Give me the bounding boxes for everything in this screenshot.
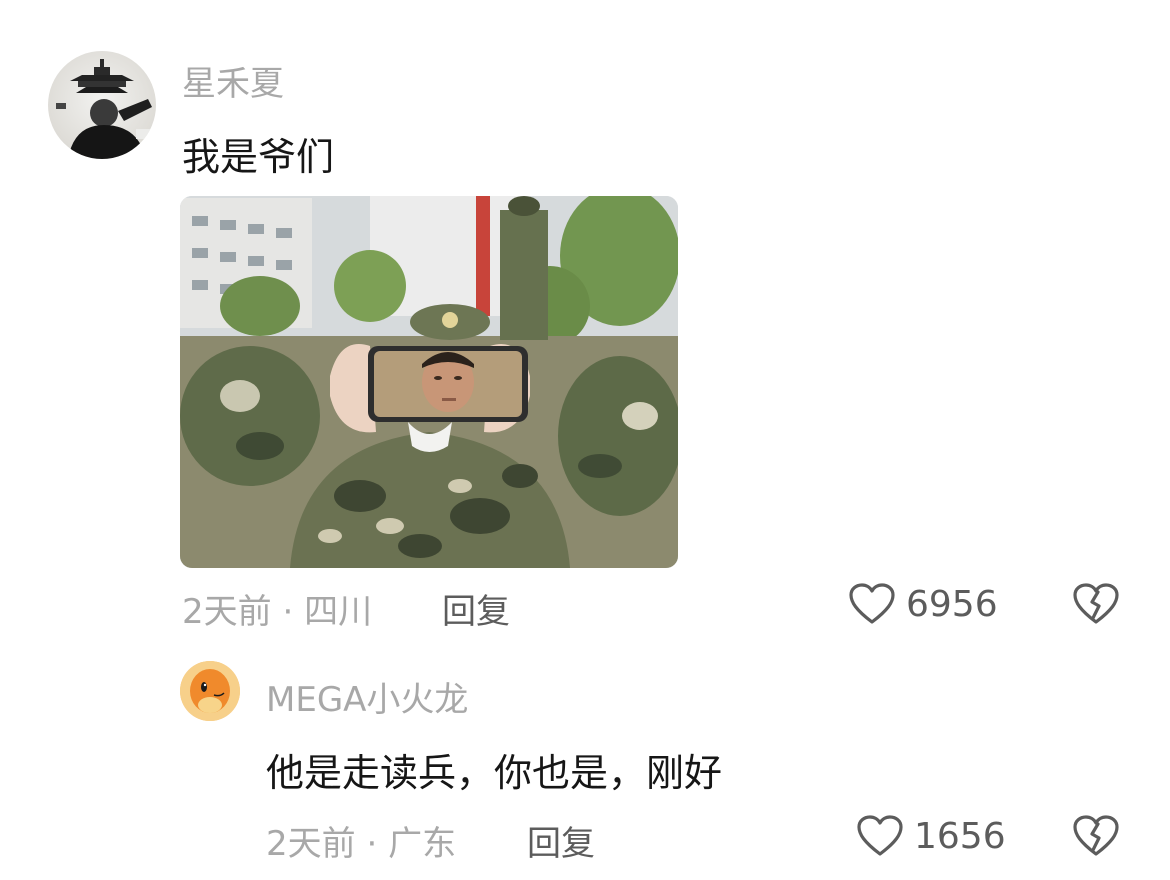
comment-image[interactable] [180, 196, 678, 568]
comment-time: 2天前 [182, 592, 272, 632]
reply-dislike-button[interactable] [1072, 814, 1120, 862]
reply-reply-button[interactable]: 回复 [527, 816, 595, 865]
heart-outline-icon [849, 583, 895, 624]
reply-like-button[interactable]: 1656 [856, 814, 1006, 858]
reply-time: 2天前 [266, 824, 356, 864]
user-avatar[interactable] [48, 51, 156, 159]
dislike-button[interactable] [1072, 582, 1120, 630]
like-count: 6956 [906, 583, 998, 625]
reply-location: 广东 [388, 824, 457, 864]
reply-text: 他是走读兵，你也是，刚好 [266, 751, 723, 795]
comment-location: 四川 [304, 592, 373, 632]
reply-user-avatar[interactable] [180, 661, 240, 721]
meta-separator: · [282, 592, 294, 632]
like-button[interactable]: 6956 [848, 582, 998, 626]
avatar-photo [56, 59, 152, 159]
comment-username[interactable]: 星禾夏 [182, 56, 284, 105]
comment-meta: 2天前 · 四川 [182, 584, 372, 633]
charmander-avatar [180, 661, 240, 721]
comment-text: 我是爷们 [182, 135, 335, 179]
reply-button[interactable]: 回复 [442, 584, 510, 633]
broken-heart-icon [1073, 815, 1119, 856]
broken-heart-icon [1073, 583, 1119, 624]
soldier-photo [180, 196, 678, 568]
reply-meta: 2天前 · 广东 [266, 816, 456, 865]
heart-outline-icon [857, 815, 903, 856]
reply-like-count: 1656 [914, 815, 1006, 857]
reply-username[interactable]: MEGA小火龙 [266, 672, 468, 721]
meta-separator: · [366, 824, 378, 864]
